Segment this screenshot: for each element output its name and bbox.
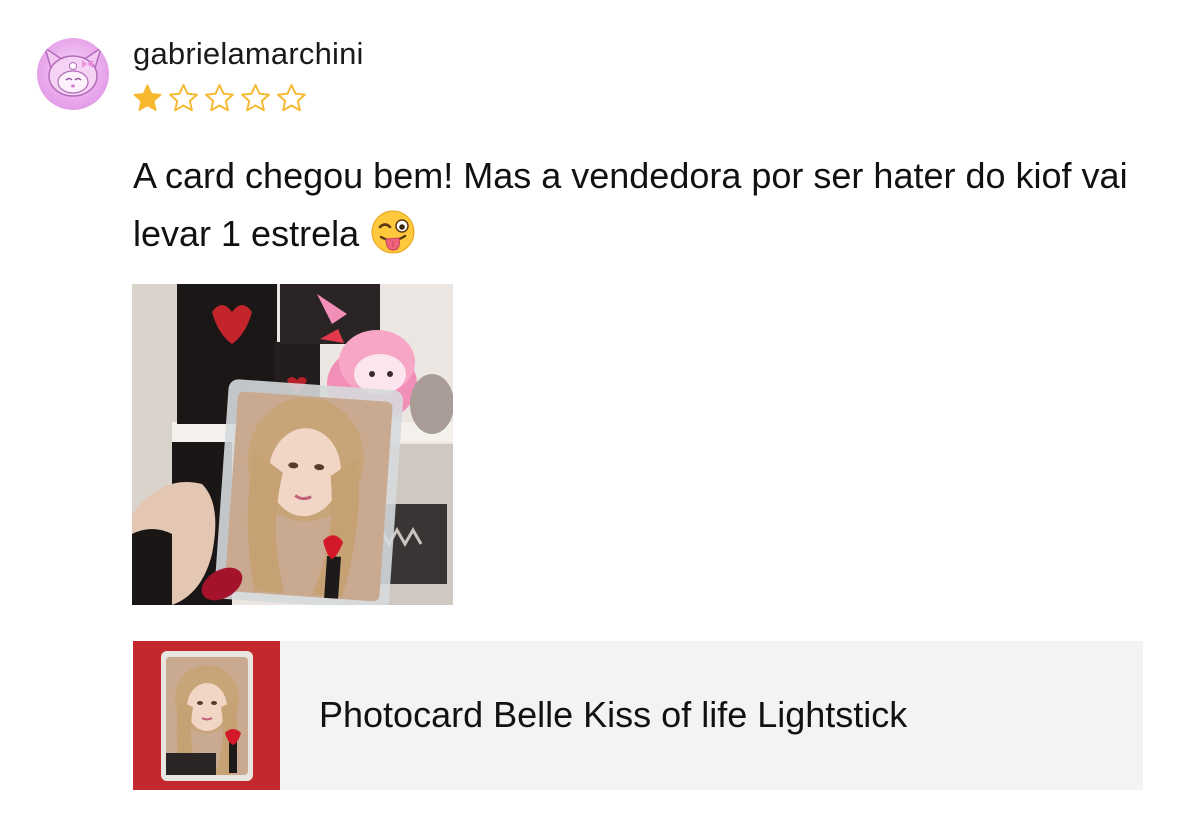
- photocard-thumbnail: [133, 641, 280, 790]
- kuromi-avatar-icon: [43, 46, 103, 97]
- star-empty-icon: [277, 84, 306, 112]
- product-title[interactable]: Photocard Belle Kiss of life Lightstick: [319, 691, 907, 739]
- review-body: A card chegou bem! Mas a vendedora por s…: [133, 155, 1128, 254]
- review-card: gabrielamarchini A card chegou bem! Mas …: [0, 0, 1179, 820]
- username[interactable]: gabrielamarchini: [133, 34, 364, 74]
- review-photo[interactable]: [132, 284, 453, 605]
- star-empty-icon: [169, 84, 198, 112]
- review-text: A card chegou bem! Mas a vendedora por s…: [133, 147, 1143, 263]
- user-avatar[interactable]: [37, 38, 109, 110]
- photocard-review-photo: [132, 284, 453, 605]
- star-empty-icon: [205, 84, 234, 112]
- star-empty-icon: [241, 84, 270, 112]
- product-thumbnail: [133, 641, 280, 790]
- star-filled-icon: [133, 84, 162, 112]
- star-rating: [131, 82, 308, 118]
- winking-face-with-tongue-icon: [371, 210, 415, 254]
- product-link[interactable]: Photocard Belle Kiss of life Lightstick: [133, 641, 1143, 790]
